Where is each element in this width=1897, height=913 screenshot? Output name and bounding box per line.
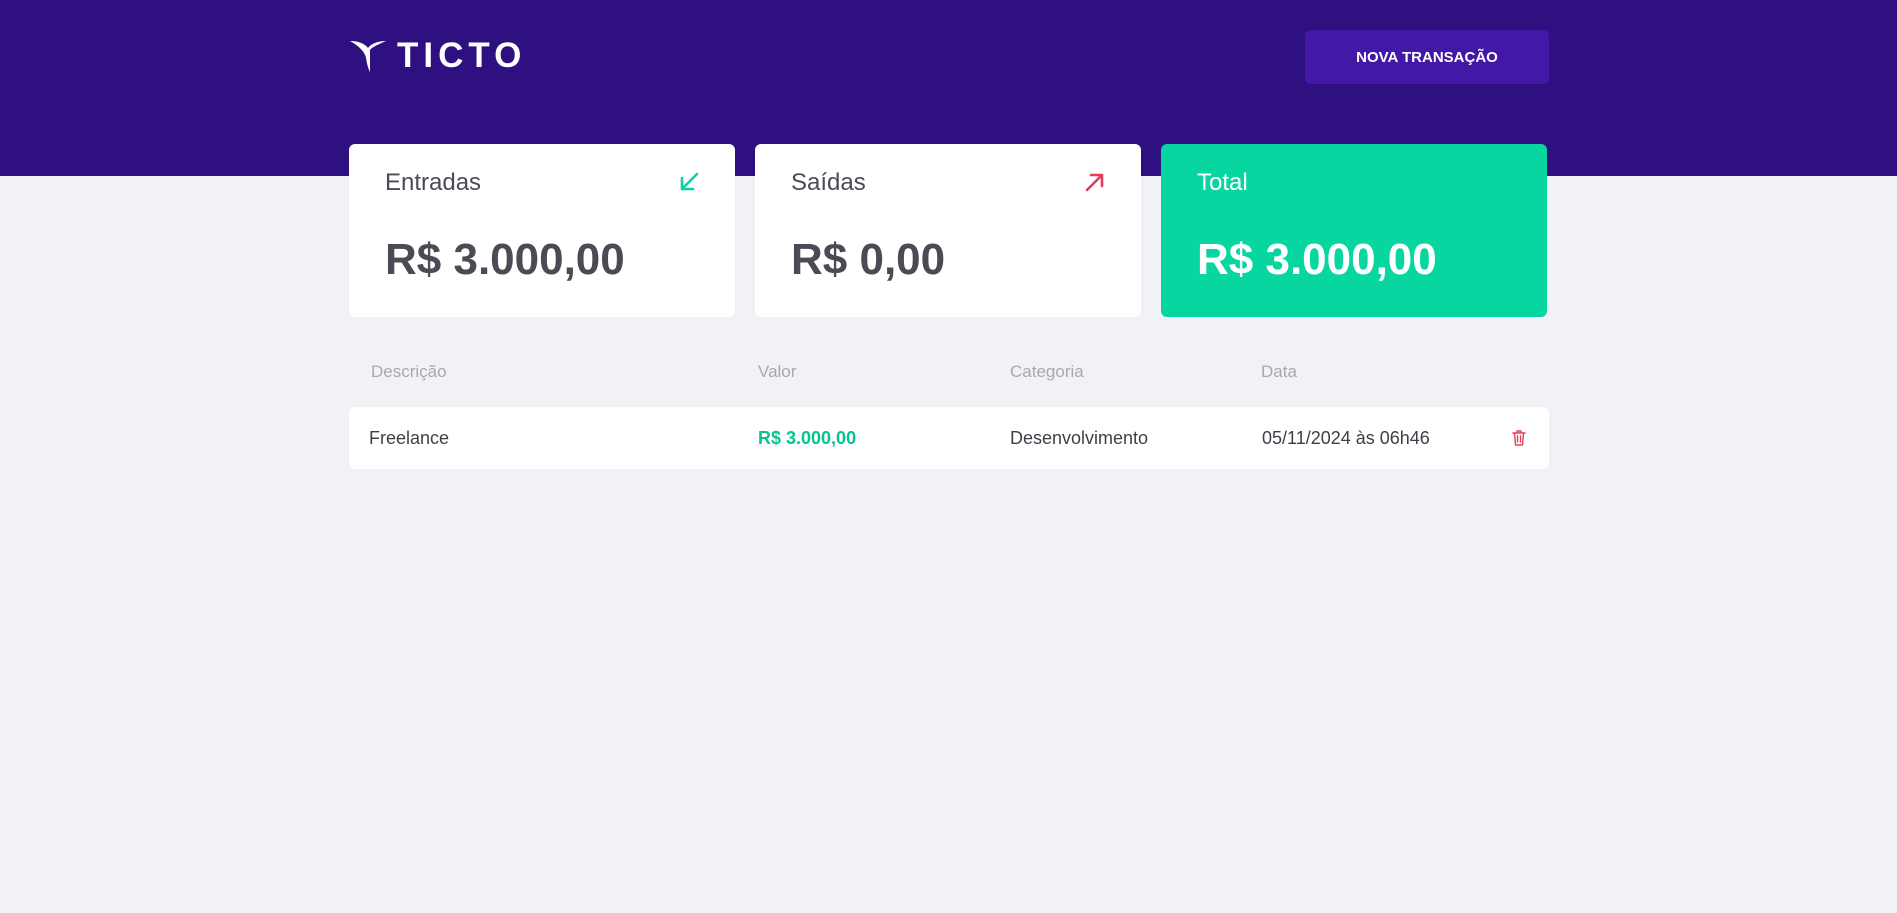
outcome-card: Saídas R$ 0,00: [755, 144, 1141, 317]
column-description: Descrição: [371, 362, 447, 381]
total-card: Total R$ 3.000,00: [1161, 144, 1547, 317]
table-header: Descrição Valor Categoria Data: [349, 362, 1549, 384]
column-date: Data: [1261, 362, 1297, 381]
row-value: R$ 3.000,00: [758, 428, 857, 448]
column-category: Categoria: [1010, 362, 1084, 381]
total-label: Total: [1197, 169, 1248, 196]
delete-button[interactable]: [1509, 428, 1529, 448]
ticto-logo-icon: [350, 41, 386, 72]
row-description: Freelance: [369, 428, 450, 448]
column-value: Valor: [758, 362, 797, 381]
table-row: Freelance R$ 3.000,00 Desenvolvimento 05…: [349, 407, 1549, 469]
outcome-label: Saídas: [791, 169, 866, 196]
arrow-down-left-icon: [680, 172, 699, 191]
row-category: Desenvolvimento: [1010, 428, 1149, 448]
ticto-logo[interactable]: TICTO: [349, 38, 526, 74]
outcome-value: R$ 0,00: [791, 235, 946, 284]
new-transaction-button[interactable]: NOVA TRANSAÇÃO: [1305, 30, 1549, 84]
income-label: Entradas: [385, 169, 482, 196]
logo-text: TICTO: [397, 36, 527, 75]
arrow-up-right-icon: [1085, 173, 1104, 192]
total-value: R$ 3.000,00: [1197, 235, 1437, 284]
trash-icon: [1512, 430, 1526, 446]
income-value: R$ 3.000,00: [385, 235, 625, 284]
income-card: Entradas R$ 3.000,00: [349, 144, 735, 317]
row-date: 05/11/2024 às 06h46: [1262, 428, 1430, 448]
